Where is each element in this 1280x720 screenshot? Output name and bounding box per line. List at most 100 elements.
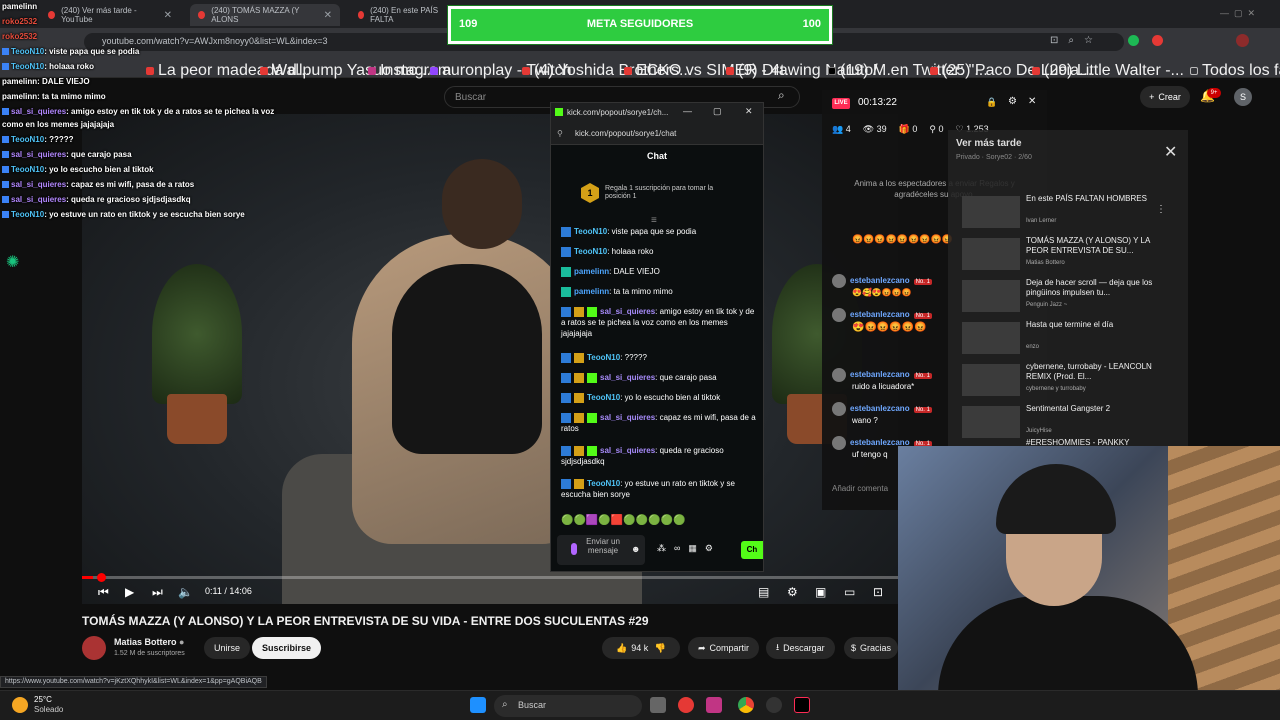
next-icon[interactable]: ⏭ — [152, 584, 163, 600]
theater-icon[interactable]: ▭ — [844, 584, 855, 600]
emote-icon[interactable]: 🟢 — [673, 515, 685, 526]
weather-sun-icon[interactable] — [12, 697, 28, 713]
more-options-icon[interactable]: ⋮ — [1156, 204, 1166, 215]
playlist-item[interactable]: Hasta que termine el día enzo — [962, 320, 1162, 356]
extension-icon[interactable] — [1152, 35, 1163, 46]
profile-avatar[interactable] — [1236, 34, 1249, 47]
close-tab-icon[interactable]: ✕ — [324, 10, 332, 21]
sub-gift-prompt[interactable]: 1 Regala 1 suscripción para tomar la pos… — [581, 181, 741, 209]
overlay-chat-line: TeooN10: holaaa roko — [2, 62, 94, 71]
window-controls[interactable]: — ▢ ✕ — [1220, 8, 1255, 19]
overlay-chat-line: TeooN10: ????? — [2, 135, 74, 144]
weather-condition: Soleado — [34, 705, 64, 714]
account-avatar[interactable]: S — [1234, 88, 1252, 106]
windows-start-icon[interactable] — [470, 697, 486, 713]
chatgpt-icon[interactable]: ✺ — [6, 252, 19, 272]
tiktok-icon[interactable] — [794, 697, 810, 713]
kick-chat-message: TeooN10: holaaa roko — [561, 246, 757, 257]
like-dislike-button[interactable]: 👍 94 k 👎 — [602, 637, 680, 659]
avatar[interactable] — [832, 274, 846, 288]
maximize-icon[interactable]: ▢ — [713, 106, 722, 117]
playlist-item[interactable]: Deja de hacer scroll — deja que los ping… — [962, 278, 1162, 314]
toolbar-icons[interactable]: ⊡⌕☆ — [1050, 35, 1103, 46]
lock-icon[interactable]: 🔒 — [986, 97, 997, 108]
kick-chat-message: TeooN10: ????? — [561, 352, 757, 363]
kick-message-input[interactable]: Enviar un mensaje ☻ — [557, 535, 645, 565]
tab-en-este-pais[interactable]: (240) En este PAÍS FALTA — [350, 4, 450, 26]
avatar[interactable] — [832, 308, 846, 322]
obs-icon[interactable] — [766, 697, 782, 713]
thanks-button[interactable]: $ Gracias — [844, 637, 898, 659]
thanks-icon: $ — [850, 643, 856, 653]
previous-icon[interactable]: ⏮ — [98, 584, 109, 600]
channel-avatar[interactable] — [82, 636, 106, 660]
taskbar-search[interactable]: ⌕ Buscar — [494, 695, 642, 717]
verified-icon: ● — [179, 637, 185, 647]
progress-scrubber[interactable] — [97, 573, 106, 582]
playlist-item[interactable]: Sentimental Gangster 2 JuicyHise — [962, 404, 1162, 440]
playlist-item[interactable]: En este PAÍS FALTAN HOMBRES Ivan Lerner — [962, 194, 1162, 230]
all-bookmarks-button[interactable]: Todos los favoritos — [1190, 62, 1280, 80]
subscribe-button[interactable]: Suscribirse — [252, 637, 322, 659]
playlist-subtitle: Privado · Sorye02 · 2/60 — [956, 154, 1032, 161]
tab-label: (240) TOMÁS MAZZA (Y ALONS — [211, 6, 300, 24]
emote-icon[interactable]: 🟢 — [661, 515, 673, 526]
channel-name[interactable]: Matias Bottero ● — [114, 637, 184, 647]
share-button[interactable]: ➦ Compartir — [688, 637, 760, 659]
emote-icon[interactable]: 🟢 — [623, 515, 635, 526]
subtitles-icon[interactable]: ▤ — [758, 584, 769, 600]
instagram-icon[interactable] — [706, 697, 722, 713]
pot-decoration — [167, 394, 227, 444]
chat-tool-icons[interactable]: ⁂∞▦⚙ — [657, 543, 721, 554]
join-button[interactable]: Unirse — [204, 637, 251, 659]
close-icon[interactable]: ✕ — [1164, 142, 1177, 162]
gear-icon[interactable]: ⚙ — [1008, 96, 1017, 107]
send-chat-button[interactable]: Ch — [741, 541, 763, 559]
emote-icon[interactable]: 🟪 — [586, 515, 598, 526]
bookmark-item[interactable]: (29) Little Walter -... — [1032, 62, 1184, 80]
progress-track[interactable] — [82, 576, 898, 579]
avatar[interactable] — [832, 436, 846, 450]
extension-icon[interactable] — [1128, 35, 1139, 46]
avatar[interactable] — [832, 368, 846, 382]
add-comment-input[interactable]: Añadir comenta — [832, 484, 888, 493]
miniplayer-icon[interactable]: ▣ — [815, 584, 826, 600]
download-button[interactable]: ⭳ Descargar — [766, 637, 835, 659]
app-icon[interactable] — [678, 697, 694, 713]
minimize-icon[interactable]: — — [683, 106, 692, 116]
mic-icon[interactable] — [571, 543, 577, 555]
close-icon[interactable]: ✕ — [745, 106, 753, 117]
emoji-icon[interactable]: ☻ — [631, 545, 640, 554]
emote-icon[interactable]: 🟥 — [611, 515, 623, 526]
close-tab-icon[interactable]: ✕ — [164, 10, 172, 21]
tab-ver-mas-tarde[interactable]: (240) Ver más tarde - YouTube ✕ — [40, 4, 180, 26]
badge-icon — [561, 246, 571, 257]
emote-icon[interactable]: 🟢 — [636, 515, 648, 526]
emote-icon[interactable]: 🟢 — [561, 515, 573, 526]
playlist-item[interactable]: TOMÁS MAZZA (Y ALONSO) Y LA PEOR ENTREVI… — [962, 236, 1162, 272]
emote-icon[interactable]: 🟢 — [598, 515, 610, 526]
scroll-indicator-icon[interactable]: ≡ — [651, 215, 657, 226]
tab-tomas-mazza[interactable]: (240) TOMÁS MAZZA (Y ALONS ✕ — [190, 4, 340, 26]
create-button[interactable]: + Crear — [1140, 86, 1190, 108]
task-view-icon[interactable] — [650, 697, 666, 713]
emote-icon[interactable]: 🟢 — [648, 515, 660, 526]
play-icon[interactable]: ▶ — [125, 584, 134, 600]
emoji-row: 😍🥰😍😡😡😡 — [852, 288, 912, 297]
video-title: TOMÁS MAZZA (Y ALONSO) Y LA PEOR ENTREVI… — [82, 614, 649, 628]
goal-target: 100 — [802, 18, 821, 30]
kick-chat-window: kick.com/popout/sorye1/ch... — ▢ ✕ ⚲ kic… — [550, 102, 764, 572]
playlist-item[interactable]: cybernene, turrobaby - LEANCOLN REMIX (P… — [962, 362, 1162, 398]
emote-icon[interactable]: 🟢 — [573, 515, 585, 526]
cast-icon[interactable]: ⊡ — [873, 584, 883, 600]
chrome-icon[interactable] — [738, 697, 754, 713]
avatar[interactable] — [832, 402, 846, 416]
search-icon[interactable]: ⌕ — [778, 88, 785, 103]
video-player[interactable] — [82, 114, 898, 604]
emote-bar[interactable]: 🟢🟢🟪🟢🟥🟢🟢🟢🟢🟢 — [561, 515, 751, 529]
site-info-icon[interactable]: ⚲ — [557, 129, 563, 138]
overlay-chat-line: pamelinn: ta ta mimo mimo — [2, 92, 106, 101]
close-icon[interactable]: ✕ — [1028, 96, 1036, 107]
settings-gear-icon[interactable]: ⚙ — [787, 584, 798, 600]
volume-icon[interactable]: 🔈 — [178, 584, 193, 600]
